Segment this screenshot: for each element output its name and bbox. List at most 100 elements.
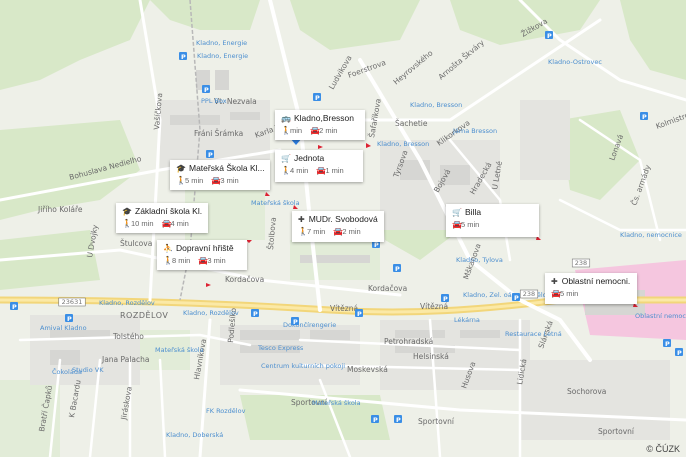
car-icon: 🚘 xyxy=(551,289,561,298)
walk-time: 🚶7 min xyxy=(298,227,326,236)
place-title: Mateřská Škola Kl... xyxy=(189,163,264,173)
poi-label: Tesco Express xyxy=(257,344,304,352)
car-icon: 🚘 xyxy=(161,219,172,228)
poi-label: Oblastní nemocnice Kladno xyxy=(635,312,686,320)
drive-time: 🚘2 min xyxy=(310,126,338,135)
walk-time: 🚶5 min xyxy=(176,176,204,185)
poi-label: Kladno, Tylova xyxy=(456,256,503,264)
street-label: Kordačova xyxy=(368,284,407,293)
street-label: Kordačova xyxy=(225,275,264,284)
street-label: Štulcova xyxy=(120,239,152,248)
poi-label: Dokončírengerie xyxy=(283,321,336,329)
svg-text:P: P xyxy=(204,86,209,94)
svg-text:P: P xyxy=(443,295,448,303)
svg-text:P: P xyxy=(315,94,320,102)
drive-time: 🚘5 min xyxy=(551,289,579,298)
walk-time: 🚶8 min xyxy=(163,256,191,265)
poi-label: Kladno, Doberská xyxy=(166,431,223,439)
svg-text:P: P xyxy=(181,53,186,61)
svg-text:P: P xyxy=(642,113,647,121)
car-icon: 🚘 xyxy=(333,227,344,236)
poi-label: Kladno, Rozdělov xyxy=(183,309,239,317)
car-icon: 🚘 xyxy=(316,166,327,175)
car-icon: 🚘 xyxy=(452,220,462,229)
walk-icon: 🚶 xyxy=(281,166,291,175)
poi-label: Amival Kladno xyxy=(40,324,87,332)
car-icon: 🚘 xyxy=(310,126,321,135)
poi-label: Kladno, Bresson xyxy=(410,101,462,109)
walk-icon: 🚶 xyxy=(163,256,173,265)
street-label: Jiřího Koláře xyxy=(37,205,83,214)
poi-label: FK Rozdělov xyxy=(206,407,246,415)
street-label: Vítězná xyxy=(420,302,448,311)
poi-label: Studio VK xyxy=(72,366,104,374)
walk-time: 🚶min xyxy=(281,126,303,135)
poi-label: Mateřská škola xyxy=(251,199,300,207)
road-number-badge: 23631 xyxy=(58,297,86,307)
map-copyright: © ČÚZK xyxy=(646,444,680,454)
place-card-mudr-svobodova[interactable]: ✚ MUDr. Svobodová... 🚶7 min 🚘2 min xyxy=(292,211,384,242)
poi-label: Jáma Bresson xyxy=(452,127,497,135)
place-card-oblastni-nemocnice[interactable]: ✚ Oblastní nemocni... 🚘5 min xyxy=(545,273,637,304)
poi-label: Lékárna xyxy=(454,316,480,324)
street-label: Jana Palacha xyxy=(101,355,149,364)
place-card-billa[interactable]: 🛒 Billa 🚘5 min xyxy=(446,204,539,237)
place-title: Kladno,Bresson xyxy=(294,113,355,123)
walk-icon: 🚶 xyxy=(122,219,132,228)
svg-text:P: P xyxy=(253,310,258,318)
svg-text:P: P xyxy=(373,416,378,424)
poi-label: Mateřská škola xyxy=(312,399,361,407)
place-card-zakladni-skola[interactable]: 🎓 Základní škola Kl... 🚶10 min 🚘4 min xyxy=(116,203,208,233)
shop-icon: 🛒 xyxy=(452,207,462,217)
svg-text:P: P xyxy=(208,151,213,159)
svg-text:P: P xyxy=(395,265,400,273)
place-card-materska-skola[interactable]: 🎓 Mateřská Škola Kl... 🚶5 min 🚘3 min xyxy=(170,160,270,190)
bus-icon: 🚌 xyxy=(281,113,291,123)
street-label: Tolstého xyxy=(112,332,144,341)
poi-label: Restaurace Letná xyxy=(505,330,562,338)
poi-label: Kladno, Energie xyxy=(196,39,247,47)
svg-text:P: P xyxy=(67,315,72,323)
place-title: MUDr. Svobodová... xyxy=(308,214,378,224)
drive-time: 🚘2 min xyxy=(333,227,361,236)
street-label: Sportovní xyxy=(418,417,455,426)
place-title: Billa xyxy=(465,207,482,217)
poi-label: Mateřská škola xyxy=(155,346,204,354)
medical-icon: ✚ xyxy=(298,214,305,224)
road-number-text: 238 xyxy=(575,259,587,267)
street-label: Vítězná xyxy=(330,304,358,313)
place-title: Oblastní nemocni... xyxy=(561,276,631,286)
poi-label: Kladno, nemocnice xyxy=(620,231,682,239)
district-label: ROZDĚLOV xyxy=(120,309,168,320)
svg-text:P: P xyxy=(357,310,362,318)
svg-text:P: P xyxy=(293,318,298,326)
walk-time: 🚶4 min xyxy=(281,166,309,175)
walk-icon: 🚶 xyxy=(176,176,186,185)
playground-icon: ⛹ xyxy=(163,243,173,253)
svg-text:P: P xyxy=(396,416,401,424)
svg-text:P: P xyxy=(547,32,552,40)
shop-icon: 🛒 xyxy=(281,153,291,163)
place-title: Základní škola Kl... xyxy=(135,206,202,216)
place-title: Dopravní hřiště xyxy=(176,243,234,253)
school-icon: 🎓 xyxy=(176,163,186,173)
poi-label: Centrum kulturních pokoji xyxy=(261,362,345,370)
place-card-kladno-bresson[interactable]: 🚌 Kladno,Bresson 🚶min 🚘2 min xyxy=(275,110,365,140)
drive-time: 🚘5 min xyxy=(452,220,480,229)
walk-icon: 🚶 xyxy=(298,227,308,236)
road-number-badge: 238 xyxy=(571,258,591,268)
place-card-jednota[interactable]: 🛒 Jednota 🚶4 min 🚘1 min xyxy=(275,150,363,182)
svg-text:P: P xyxy=(374,241,379,249)
poi-label: PPL Box xyxy=(201,97,227,105)
medical-icon: ✚ xyxy=(551,276,558,286)
street-label: Helsinská xyxy=(413,352,449,361)
drive-time: 🚘4 min xyxy=(161,219,189,228)
svg-text:P: P xyxy=(665,340,670,348)
street-label: Petrohradská xyxy=(384,337,433,346)
walk-icon: 🚶 xyxy=(281,126,291,135)
road-number-text: 238 xyxy=(523,290,535,298)
street-label: Sochorova xyxy=(567,387,606,396)
poi-label: Kladno, Energie xyxy=(197,52,248,60)
place-card-dopravni-hriste[interactable]: ⛹ Dopravní hřiště 🚶8 min 🚘3 min xyxy=(157,240,247,270)
poi-label: Kladno-Ostrovec xyxy=(548,58,602,66)
